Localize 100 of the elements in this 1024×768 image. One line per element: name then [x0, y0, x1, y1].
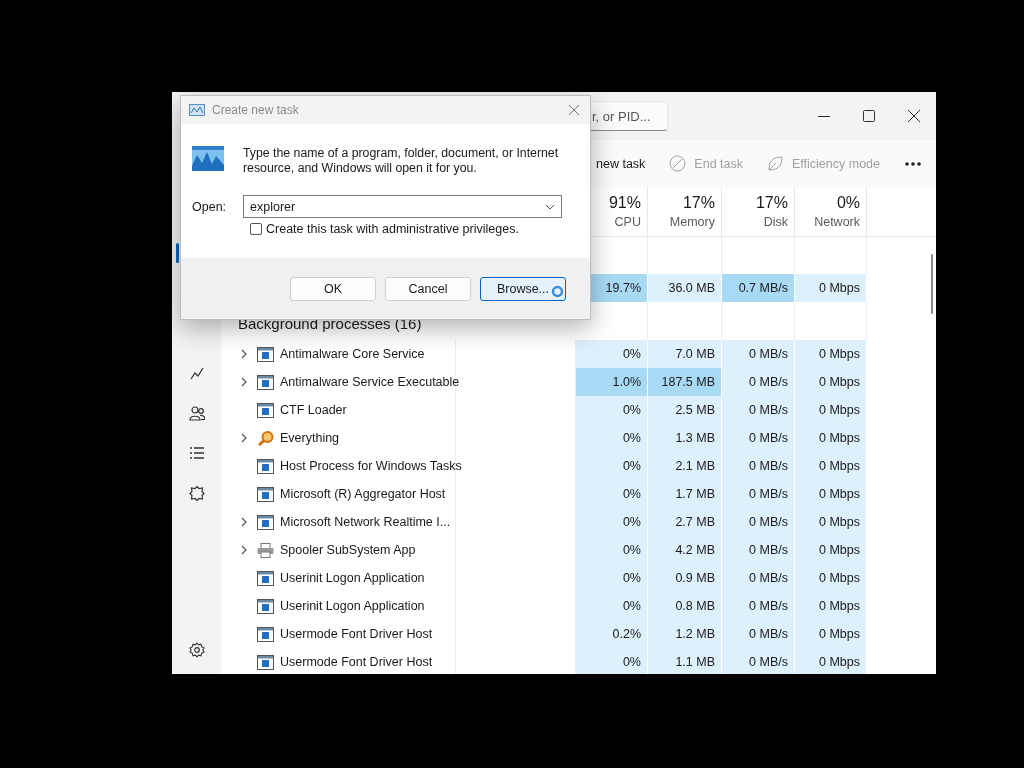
application-icon: [257, 346, 274, 362]
column-header[interactable]: Memory: [669, 215, 715, 229]
column-percent: 91%: [608, 194, 641, 212]
process-name[interactable]: Everything: [280, 431, 340, 445]
column-header[interactable]: Disk: [763, 215, 788, 229]
chevron-down-icon[interactable]: [545, 203, 555, 210]
process-name[interactable]: Spooler SubSystem App: [280, 543, 416, 557]
column-percent: 0%: [836, 194, 860, 212]
close-icon[interactable]: [906, 108, 922, 124]
table-cell: 0 Mbps: [795, 508, 867, 536]
table-cell: 0 Mbps: [795, 368, 867, 396]
expand-chevron-icon[interactable]: [240, 349, 248, 359]
users-icon[interactable]: [188, 405, 205, 421]
column-header[interactable]: CPU: [614, 215, 641, 229]
table-cell: 0 Mbps: [795, 620, 867, 648]
maximize-icon[interactable]: [861, 108, 877, 124]
settings-icon[interactable]: [189, 642, 205, 658]
chart-icon[interactable]: [188, 365, 205, 381]
dialog-button[interactable]: OK: [290, 276, 376, 301]
application-icon: [257, 598, 274, 614]
scrollbar-thumb[interactable]: [931, 254, 933, 314]
process-name[interactable]: Userinit Logon Application: [280, 571, 425, 585]
table-cell: 2.1 MB: [648, 452, 722, 480]
column-header[interactable]: Network: [814, 215, 860, 229]
table-cell: 0 MB/s: [722, 368, 795, 396]
table-cell: 0 Mbps: [795, 424, 867, 452]
table-cell: 0 MB/s: [722, 620, 795, 648]
process-name[interactable]: Userinit Logon Application: [280, 599, 425, 613]
table-cell: 0%: [576, 424, 648, 452]
process-name[interactable]: Microsoft (R) Aggregator Host: [280, 487, 446, 501]
checkbox-label[interactable]: Create this task with administrative privileges.: [266, 222, 519, 236]
dialog-message: Type the name of a program, folder, document, or Internet resource, and Windows will open it for you.: [243, 146, 560, 176]
process-name[interactable]: Usermode Font Driver Host: [280, 627, 433, 641]
table-cell: 0 MB/s: [722, 536, 795, 564]
table-cell: 0 Mbps: [795, 592, 867, 620]
list-icon[interactable]: [188, 445, 205, 461]
application-icon: [257, 570, 274, 586]
table-cell: 0.9 MB: [648, 564, 722, 592]
table-cell: 0 Mbps: [795, 648, 867, 674]
process-name[interactable]: Usermode Font Driver Host: [280, 655, 433, 669]
table-cell: 0 MB/s: [722, 508, 795, 536]
table-cell: 0 Mbps: [795, 452, 867, 480]
table-cell: 0 MB/s: [722, 480, 795, 508]
table-cell: 187.5 MB: [648, 368, 722, 396]
expand-chevron-icon[interactable]: [240, 433, 248, 443]
table-cell: 0 Mbps: [795, 564, 867, 592]
application-icon: [257, 402, 274, 418]
table-cell: 1.0%: [576, 368, 648, 396]
table-cell: 0 MB/s: [722, 564, 795, 592]
process-name[interactable]: Microsoft Network Realtime I...: [280, 515, 451, 529]
run-icon: [192, 146, 224, 171]
table-cell: 0%: [576, 536, 648, 564]
table-cell: 0%: [576, 452, 648, 480]
busy-cursor-icon: [551, 285, 564, 298]
table-cell: 1.1 MB: [648, 648, 722, 674]
printer-icon: [257, 542, 274, 558]
table-cell: 0 Mbps: [795, 274, 867, 302]
table-cell: 36.0 MB: [648, 274, 722, 302]
table-cell: 0 MB/s: [722, 592, 795, 620]
puzzle-icon[interactable]: [188, 485, 205, 501]
expand-chevron-icon[interactable]: [240, 377, 248, 387]
process-name[interactable]: Antimalware Core Service: [280, 347, 425, 361]
more-icon[interactable]: [904, 160, 922, 167]
table-cell: 7.0 MB: [648, 340, 722, 368]
table-cell: 0 Mbps: [795, 536, 867, 564]
table-cell: 0%: [576, 480, 648, 508]
prohibited-icon: [669, 155, 687, 172]
magnifier-icon: [257, 430, 274, 446]
table-cell: 0 Mbps: [795, 396, 867, 424]
table-cell: 0 MB/s: [722, 452, 795, 480]
process-name[interactable]: Antimalware Service Executable: [280, 375, 460, 389]
admin-checkbox[interactable]: [250, 223, 262, 235]
table-cell: 0.7 MB/s: [722, 274, 795, 302]
table-cell: 0.8 MB: [648, 592, 722, 620]
table-cell: 1.7 MB: [648, 480, 722, 508]
toolbar-button[interactable]: new task: [596, 156, 646, 171]
open-combobox[interactable]: explorer: [243, 195, 562, 218]
table-cell: 0%: [576, 564, 648, 592]
table-cell: 0 MB/s: [722, 340, 795, 368]
table-cell: 0%: [576, 648, 648, 674]
dialog-title: Create new task: [212, 103, 299, 117]
dialog-button[interactable]: Browse...: [480, 276, 566, 301]
table-cell: 1.3 MB: [648, 424, 722, 452]
process-name[interactable]: Host Process for Windows Tasks: [280, 459, 462, 473]
application-icon: [257, 486, 274, 502]
dialog-button[interactable]: Cancel: [385, 276, 471, 301]
expand-chevron-icon[interactable]: [240, 517, 248, 527]
application-icon: [257, 514, 274, 530]
application-icon: [257, 458, 274, 474]
column-percent: 17%: [682, 194, 715, 212]
application-icon: [257, 626, 274, 642]
table-cell: 0%: [576, 592, 648, 620]
table-cell: 4.2 MB: [648, 536, 722, 564]
process-name[interactable]: CTF Loader: [280, 403, 347, 417]
table-cell: 0%: [576, 340, 648, 368]
application-icon: [257, 654, 274, 670]
table-cell: 1.2 MB: [648, 620, 722, 648]
expand-chevron-icon[interactable]: [240, 545, 248, 555]
table-cell: 0 Mbps: [795, 480, 867, 508]
column-percent: 17%: [755, 194, 788, 212]
